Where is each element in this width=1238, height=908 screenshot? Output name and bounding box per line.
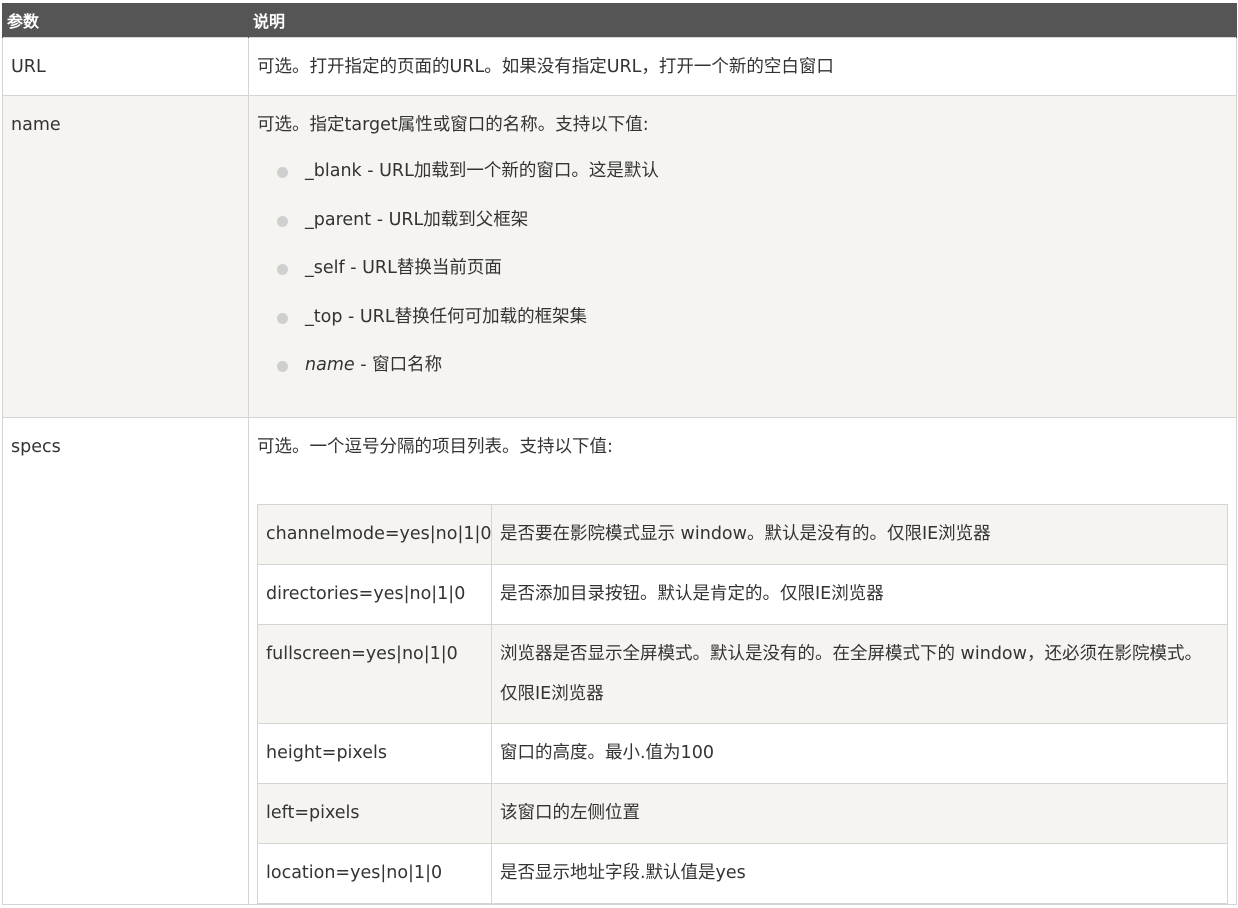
name-options-list: _blank - URL加载到一个新的窗口。这是默认 _parent - URL… xyxy=(257,158,1228,401)
bullet-icon xyxy=(277,167,288,179)
list-item: name - 窗口名称 xyxy=(277,352,1228,401)
specs-row: fullscreen=yes|no|1|0 浏览器是否显示全屏模式。默认是没有的… xyxy=(257,624,1228,725)
bullet-icon xyxy=(277,264,288,276)
specs-row: location=yes|no|1|0 是否显示地址字段.默认值是yes xyxy=(257,843,1228,905)
option-key: _self xyxy=(305,258,345,279)
option-text: - URL加载到一个新的窗口。这是默认 xyxy=(361,161,659,182)
spec-desc: 窗口的高度。最小.值为100 xyxy=(491,723,1228,785)
option-key: _top xyxy=(305,306,343,327)
spec-desc: 是否添加目录按钮。默认是肯定的。仅限IE浏览器 xyxy=(491,564,1228,626)
spec-name: location=yes|no|1|0 xyxy=(257,843,492,905)
spec-name: channelmode=yes|no|1|0 xyxy=(257,504,492,566)
specs-table: channelmode=yes|no|1|0 是否要在影院模式显示 window… xyxy=(257,504,1228,905)
specs-row: directories=yes|no|1|0 是否添加目录按钮。默认是肯定的。仅… xyxy=(257,564,1228,626)
desc-specs: 可选。一个逗号分隔的项目列表。支持以下值: xyxy=(257,437,613,457)
spec-desc: 浏览器是否显示全屏模式。默认是没有的。在全屏模式下的 window，还必须在影院… xyxy=(491,624,1228,725)
specs-row: left=pixels 该窗口的左侧位置 xyxy=(257,783,1228,845)
option-key: name xyxy=(305,355,355,376)
bullet-icon xyxy=(277,312,288,324)
option-key: _blank xyxy=(305,161,362,182)
header-param: 参数 xyxy=(2,3,249,38)
option-text: - URL替换当前页面 xyxy=(344,258,502,279)
list-item: _blank - URL加载到一个新的窗口。这是默认 xyxy=(277,158,1228,207)
desc-url: 可选。打开指定的页面的URL。如果没有指定URL，打开一个新的空白窗口 xyxy=(248,37,1237,96)
bullet-icon xyxy=(277,361,288,373)
specs-row: channelmode=yes|no|1|0 是否要在影院模式显示 window… xyxy=(257,504,1228,566)
spec-name: directories=yes|no|1|0 xyxy=(257,564,492,626)
desc-name: 可选。指定target属性或窗口的名称。支持以下值: xyxy=(257,115,649,135)
param-name: name xyxy=(2,95,249,418)
table-row-specs: specs 可选。一个逗号分隔的项目列表。支持以下值: channelmode=… xyxy=(2,416,1237,906)
bullet-icon xyxy=(277,215,288,227)
desc-specs-cell: 可选。一个逗号分隔的项目列表。支持以下值: channelmode=yes|no… xyxy=(248,416,1237,906)
list-item: _parent - URL加载到父框架 xyxy=(277,207,1228,256)
option-text: - 窗口名称 xyxy=(354,355,443,376)
reference-table-container: 参数 说明 URL 可选。打开指定的页面的URL。如果没有指定URL，打开一个新… xyxy=(2,3,1237,906)
table-row-url: URL 可选。打开指定的页面的URL。如果没有指定URL，打开一个新的空白窗口 xyxy=(2,37,1237,96)
spec-desc: 是否要在影院模式显示 window。默认是没有的。仅限IE浏览器 xyxy=(491,504,1228,566)
spec-desc: 是否显示地址字段.默认值是yes xyxy=(491,843,1228,905)
table-row-name: name 可选。指定target属性或窗口的名称。支持以下值: _blank -… xyxy=(2,95,1237,418)
table-header-row: 参数 说明 xyxy=(2,3,1237,38)
header-description: 说明 xyxy=(248,3,1237,38)
desc-name-cell: 可选。指定target属性或窗口的名称。支持以下值: _blank - URL加… xyxy=(248,95,1237,418)
spec-desc: 该窗口的左侧位置 xyxy=(491,783,1228,845)
parameters-table: 参数 说明 URL 可选。打开指定的页面的URL。如果没有指定URL，打开一个新… xyxy=(2,3,1237,906)
option-text: - URL替换任何可加载的框架集 xyxy=(342,306,588,327)
option-key: _parent xyxy=(305,209,372,230)
list-item: _self - URL替换当前页面 xyxy=(277,255,1228,304)
option-text: - URL加载到父框架 xyxy=(371,209,529,230)
spec-name: height=pixels xyxy=(257,723,492,785)
list-item: _top - URL替换任何可加载的框架集 xyxy=(277,304,1228,353)
spec-name: fullscreen=yes|no|1|0 xyxy=(257,624,492,725)
specs-row: height=pixels 窗口的高度。最小.值为100 xyxy=(257,723,1228,785)
param-specs: specs xyxy=(2,416,249,906)
param-url: URL xyxy=(2,37,249,96)
spec-name: left=pixels xyxy=(257,783,492,845)
